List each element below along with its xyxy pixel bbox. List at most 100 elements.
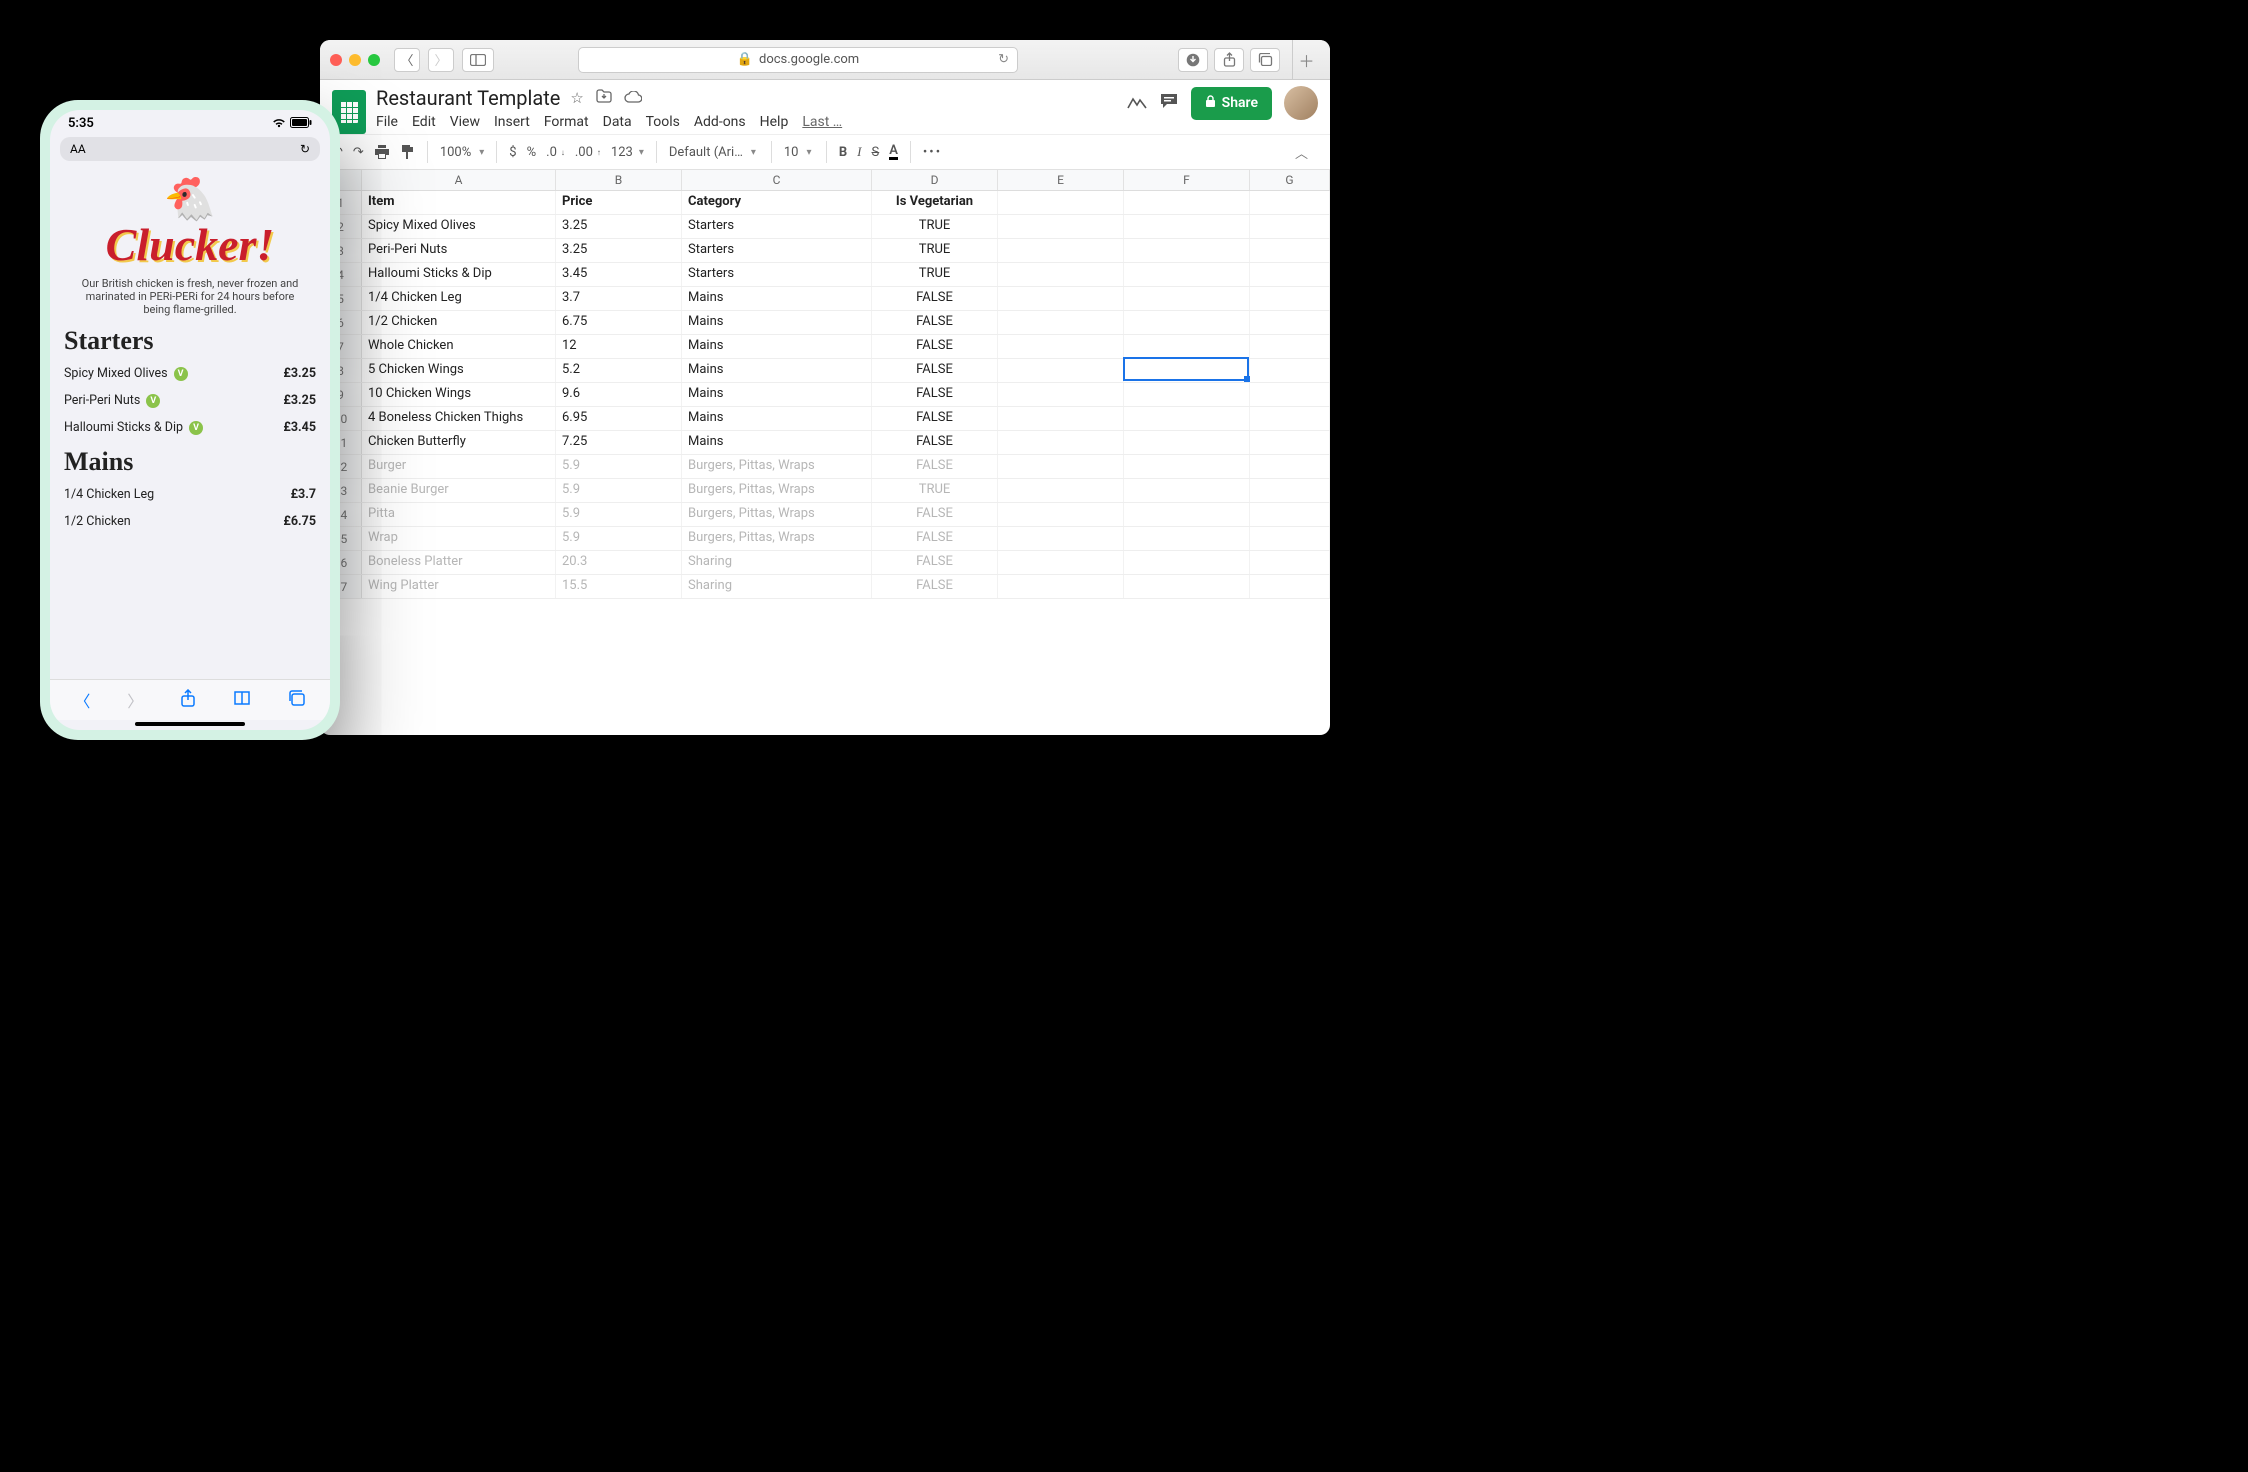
cell[interactable]: FALSE (872, 287, 998, 310)
column-header-D[interactable]: D (872, 170, 998, 190)
decrease-decimal-button[interactable]: .0↓ (546, 145, 565, 160)
cell[interactable]: FALSE (872, 503, 998, 526)
cell[interactable] (998, 215, 1124, 238)
cell[interactable] (1250, 215, 1330, 238)
cell[interactable] (998, 431, 1124, 454)
cell[interactable] (1124, 551, 1250, 574)
table-row[interactable]: 12Burger5.9Burgers, Pittas, WrapsFALSE (320, 455, 1330, 479)
cell[interactable]: FALSE (872, 527, 998, 550)
cell[interactable]: 5.2 (556, 359, 682, 382)
cell[interactable]: Starters (682, 215, 872, 238)
table-row[interactable]: 1ItemPriceCategoryIs Vegetarian (320, 191, 1330, 215)
menu-add-ons[interactable]: Add-ons (694, 114, 746, 130)
cell[interactable] (1250, 335, 1330, 358)
cell[interactable]: 3.25 (556, 239, 682, 262)
move-icon[interactable] (596, 89, 612, 107)
collapse-toolbar-button[interactable]: ︿ (1295, 143, 1318, 162)
cell[interactable] (1124, 527, 1250, 550)
cell[interactable]: Burgers, Pittas, Wraps (682, 455, 872, 478)
cell[interactable]: 5.9 (556, 455, 682, 478)
cell[interactable] (998, 335, 1124, 358)
cell[interactable] (1124, 311, 1250, 334)
cell[interactable] (1250, 263, 1330, 286)
cell[interactable]: FALSE (872, 431, 998, 454)
table-row[interactable]: 17Wing Platter15.5SharingFALSE (320, 575, 1330, 599)
cell[interactable] (1250, 551, 1330, 574)
star-icon[interactable]: ☆ (570, 89, 583, 107)
cell[interactable] (1250, 287, 1330, 310)
table-row[interactable]: 16Boneless Platter20.3SharingFALSE (320, 551, 1330, 575)
cell[interactable] (1250, 239, 1330, 262)
currency-button[interactable]: $ (509, 145, 516, 160)
menu-file[interactable]: File (376, 114, 398, 130)
cell[interactable]: 5.9 (556, 479, 682, 502)
cell[interactable]: 6.95 (556, 407, 682, 430)
cell[interactable] (1250, 575, 1330, 598)
cell[interactable]: Sharing (682, 551, 872, 574)
table-row[interactable]: 7Whole Chicken12MainsFALSE (320, 335, 1330, 359)
cell[interactable]: Chicken Butterfly (362, 431, 556, 454)
cell[interactable]: 1/2 Chicken (362, 311, 556, 334)
cell[interactable] (1124, 263, 1250, 286)
cell[interactable]: Wrap (362, 527, 556, 550)
more-tools-button[interactable]: ••• (923, 145, 942, 160)
zoom-dropdown[interactable]: 100% (440, 145, 484, 160)
paint-format-button[interactable] (400, 144, 415, 160)
cell[interactable] (1124, 359, 1250, 382)
font-size-dropdown[interactable]: 10 (784, 145, 814, 160)
cell[interactable]: 5.9 (556, 503, 682, 526)
cell[interactable]: TRUE (872, 215, 998, 238)
cell[interactable]: FALSE (872, 383, 998, 406)
share-button[interactable] (1214, 48, 1244, 72)
tabs-button[interactable] (1250, 48, 1280, 72)
cell[interactable]: Spicy Mixed Olives (362, 215, 556, 238)
table-row[interactable]: 11Chicken Butterfly7.25MainsFALSE (320, 431, 1330, 455)
cell[interactable]: Halloumi Sticks & Dip (362, 263, 556, 286)
cell[interactable] (998, 479, 1124, 502)
cell[interactable]: 7.25 (556, 431, 682, 454)
cell[interactable]: 5.9 (556, 527, 682, 550)
cell[interactable]: Mains (682, 359, 872, 382)
share-button[interactable]: Share (1191, 87, 1272, 120)
cell[interactable]: Burger (362, 455, 556, 478)
document-title[interactable]: Restaurant Template (376, 86, 560, 110)
text-color-button[interactable]: A (889, 144, 898, 160)
table-row[interactable]: 2Spicy Mixed Olives3.25StartersTRUE (320, 215, 1330, 239)
cell[interactable] (1124, 455, 1250, 478)
nav-back-button[interactable]: 〈 (394, 48, 420, 72)
cell[interactable]: 9.6 (556, 383, 682, 406)
cell[interactable]: 6.75 (556, 311, 682, 334)
cell[interactable]: 4 Boneless Chicken Thighs (362, 407, 556, 430)
cell[interactable]: Mains (682, 431, 872, 454)
column-header-C[interactable]: C (682, 170, 872, 190)
table-row[interactable]: 85 Chicken Wings5.2MainsFALSE (320, 359, 1330, 383)
cell[interactable] (1124, 215, 1250, 238)
tabs-icon[interactable] (288, 690, 306, 710)
cell[interactable] (998, 503, 1124, 526)
column-header-B[interactable]: B (556, 170, 682, 190)
percent-button[interactable]: % (527, 145, 537, 160)
cell[interactable]: Starters (682, 239, 872, 262)
cell[interactable]: 15.5 (556, 575, 682, 598)
cell[interactable]: Mains (682, 287, 872, 310)
close-window-button[interactable] (330, 54, 342, 66)
cell[interactable] (1250, 383, 1330, 406)
cell[interactable] (998, 311, 1124, 334)
cell[interactable] (1250, 191, 1330, 214)
forward-icon[interactable]: 〉 (127, 688, 143, 712)
cell[interactable] (998, 407, 1124, 430)
cell[interactable]: TRUE (872, 263, 998, 286)
cloud-status-icon[interactable] (624, 89, 642, 107)
cell[interactable] (1124, 239, 1250, 262)
menu-item-row[interactable]: Spicy Mixed OlivesV£3.25 (64, 360, 316, 387)
cell[interactable] (998, 383, 1124, 406)
user-avatar[interactable] (1284, 86, 1318, 120)
cell[interactable] (1124, 479, 1250, 502)
column-headers[interactable]: ABCDEFG (320, 170, 1330, 191)
cell[interactable] (998, 263, 1124, 286)
font-dropdown[interactable]: Default (Ari… (669, 145, 759, 160)
table-row[interactable]: 51/4 Chicken Leg3.7MainsFALSE (320, 287, 1330, 311)
cell[interactable]: Burgers, Pittas, Wraps (682, 503, 872, 526)
cell[interactable] (1250, 311, 1330, 334)
cell[interactable] (1124, 335, 1250, 358)
